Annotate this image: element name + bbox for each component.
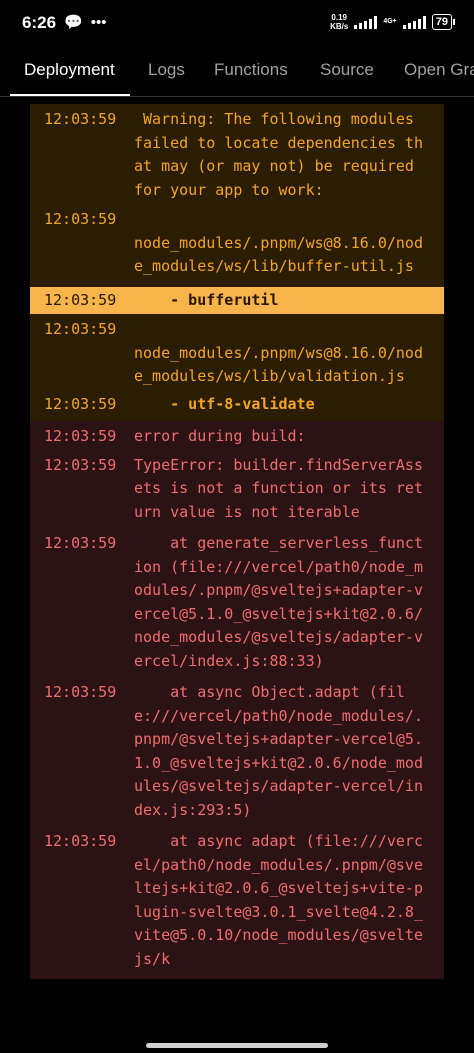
network-speed: 0.19 KB/s <box>330 13 349 31</box>
tab-source[interactable]: Source <box>320 60 374 80</box>
log-row: 12:03:59 - utf-8-validate <box>30 392 444 421</box>
network-type: 4G+ <box>383 18 397 25</box>
log-row: 12:03:59 node_modules/.pnpm/ws@8.16.0/no… <box>30 314 444 393</box>
log-row-error: 12:03:59 error during build: <box>30 421 444 454</box>
home-indicator[interactable] <box>146 1043 328 1048</box>
active-tab-indicator <box>10 94 130 96</box>
log-row: 12:03:59 node_modules/.pnpm/ws@8.16.0/no… <box>30 208 444 287</box>
signal-icon <box>354 15 378 29</box>
build-log[interactable]: 12:03:59 Warning: The following modules … <box>30 104 444 1053</box>
log-row-highlighted: 12:03:59 - bufferutil <box>30 286 444 314</box>
chat-bubble-icon: 💬 <box>64 14 83 31</box>
log-row-error: 12:03:59 at async Object.adapt (file:///… <box>30 681 444 830</box>
status-time: 6:26 <box>22 13 57 32</box>
tab-logs[interactable]: Logs <box>148 60 185 80</box>
battery-icon: 79 <box>431 14 456 30</box>
tab-bar: Deployment Logs Functions Source Open Gr… <box>0 44 474 97</box>
tab-deployment[interactable]: Deployment <box>24 60 115 80</box>
signal-icon-2 <box>402 15 426 29</box>
log-row-error: 12:03:59 at async adapt (file:///vercel/… <box>30 830 444 979</box>
tab-open-graph[interactable]: Open Gra <box>404 60 474 80</box>
tab-functions[interactable]: Functions <box>214 60 288 80</box>
log-row-error: 12:03:59 at generate_serverless_function… <box>30 532 444 681</box>
log-row-error: 12:03:59 TypeError: builder.findServerAs… <box>30 453 444 532</box>
status-bar: 6:26 💬 ••• 0.19 KB/s 4G+ 79 <box>0 0 474 44</box>
log-row: 12:03:59 Warning: The following modules … <box>30 104 444 208</box>
more-dots-icon: ••• <box>90 14 107 31</box>
